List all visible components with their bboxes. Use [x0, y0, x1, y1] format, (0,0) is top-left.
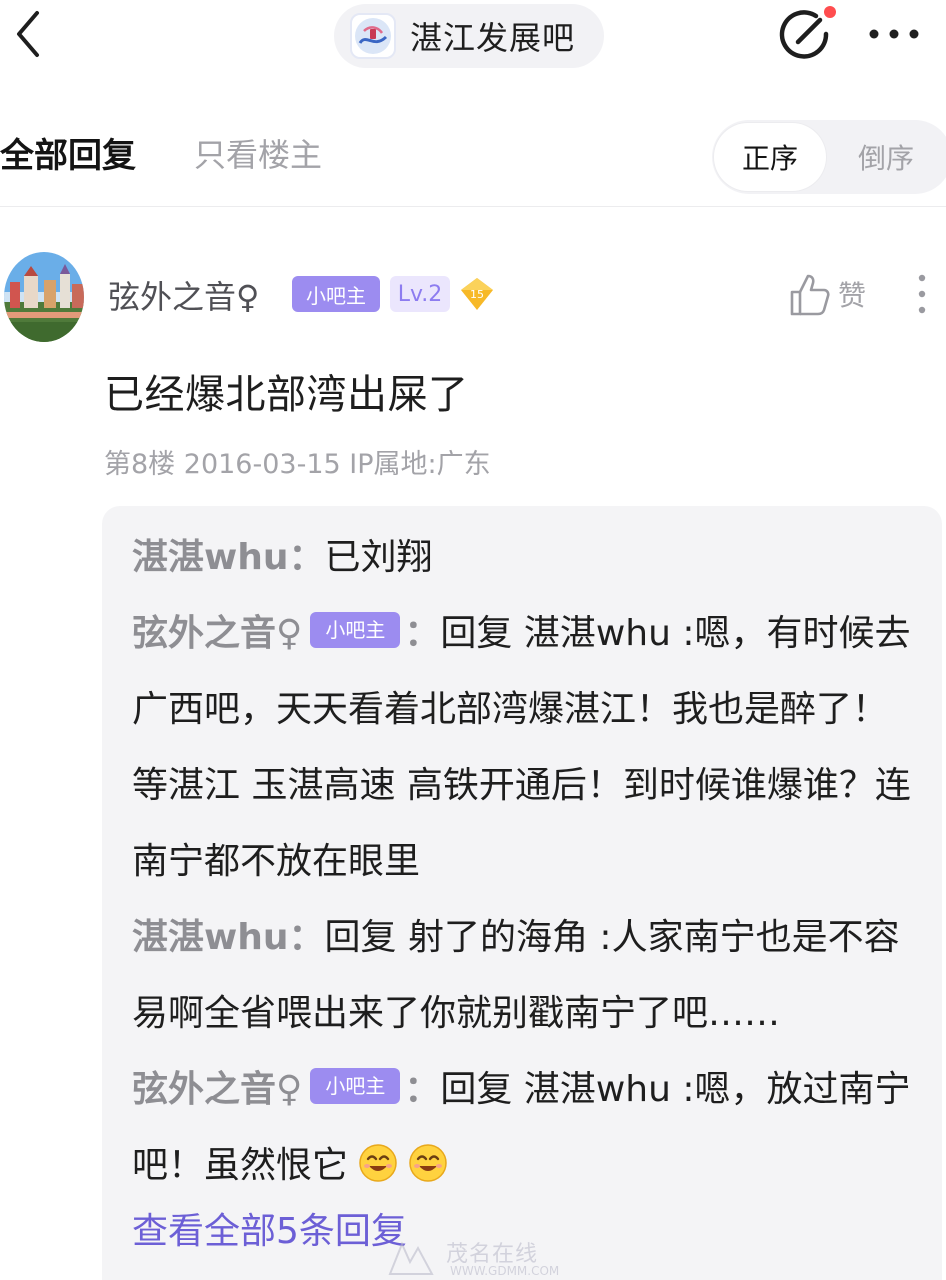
view-all-replies-link[interactable]: 查看全部5条回复 — [132, 1202, 407, 1254]
reply-badge-manager: 小吧主 — [310, 1068, 401, 1104]
order-toggle: 正序 倒序 — [712, 120, 946, 194]
sub-reply[interactable]: 弦外之音♀ 小吧主 ：回复 湛湛whu :嗯，放过南宁吧！虽然恨它 — [132, 1052, 912, 1204]
badge-manager: 小吧主 — [292, 276, 380, 312]
forum-pill[interactable]: 湛江发展吧 — [334, 4, 604, 68]
smile-emoji-icon — [409, 1144, 447, 1182]
edit-post-icon — [779, 6, 836, 59]
watermark-logo-icon — [388, 1241, 434, 1275]
badge-gem-number: 15 — [470, 288, 484, 301]
chevron-left-icon — [17, 11, 39, 57]
watermark-url: WWW.GDMM.COM — [450, 1264, 560, 1278]
forum-logo — [350, 13, 396, 59]
avatar[interactable] — [4, 252, 84, 342]
reply-author[interactable]: 湛湛whu — [132, 917, 289, 958]
smile-emoji-icon — [359, 1144, 397, 1182]
post-meta: 第8楼 2016-03-15 IP属地:广东 — [104, 449, 491, 480]
top-bar: 湛江发展吧 — [0, 0, 946, 72]
post-content: 已经爆北部湾出屎了 — [104, 372, 469, 418]
reply-badge-manager: 小吧主 — [310, 612, 401, 648]
like-button[interactable]: 赞 — [788, 270, 866, 318]
more-options-button[interactable] — [862, 14, 926, 54]
sub-replies-box[interactable]: 湛湛whu：已刘翔 弦外之音♀ 小吧主 ：回复 湛湛whu :嗯，有时候去广西吧，天… — [102, 506, 942, 1280]
more-vertical-icon — [918, 274, 926, 314]
tab-all-replies[interactable]: 全部回复 — [0, 128, 136, 177]
more-horizontal-icon — [869, 29, 919, 39]
post-more-button[interactable] — [910, 272, 934, 316]
reply-separator: ： — [288, 917, 325, 958]
reply-author[interactable]: 弦外之音♀ — [132, 613, 302, 654]
like-label: 赞 — [838, 279, 867, 312]
reply-author[interactable]: 湛湛whu — [132, 537, 289, 578]
watermark: 茂名在线 WWW.GDMM.COM — [384, 1236, 584, 1280]
reply-separator: ： — [404, 613, 441, 654]
forum-name: 湛江发展吧 — [410, 19, 576, 57]
tab-op-only[interactable]: 只看楼主 — [194, 130, 322, 176]
sub-reply[interactable]: 湛湛whu：已刘翔 — [132, 520, 912, 596]
post-username[interactable]: 弦外之音♀ — [108, 272, 259, 318]
order-asc-button[interactable]: 正序 — [714, 123, 826, 191]
badge-gem-icon: 15 — [458, 276, 496, 312]
reply-text: 已刘翔 — [324, 537, 433, 578]
reply-separator: ： — [288, 537, 325, 578]
order-desc-button[interactable]: 倒序 — [836, 123, 936, 191]
divider — [0, 206, 946, 207]
sub-reply[interactable]: 湛湛whu：回复 射了的海角 :人家南宁也是不容易啊全省喂出来了你就别戳南宁了吧… — [132, 900, 912, 1052]
edit-post-button[interactable] — [776, 6, 836, 64]
sub-reply[interactable]: 弦外之音♀ 小吧主 ：回复 湛湛whu :嗯，有时候去广西吧，天天看着北部湾爆湛江！… — [132, 596, 912, 900]
reply-separator: ： — [404, 1069, 441, 1110]
badge-level: Lv.2 — [390, 276, 450, 312]
thumbs-up-icon — [790, 274, 830, 316]
reply-author[interactable]: 弦外之音♀ — [132, 1069, 302, 1110]
back-button[interactable] — [4, 6, 52, 62]
notification-dot — [824, 6, 836, 18]
